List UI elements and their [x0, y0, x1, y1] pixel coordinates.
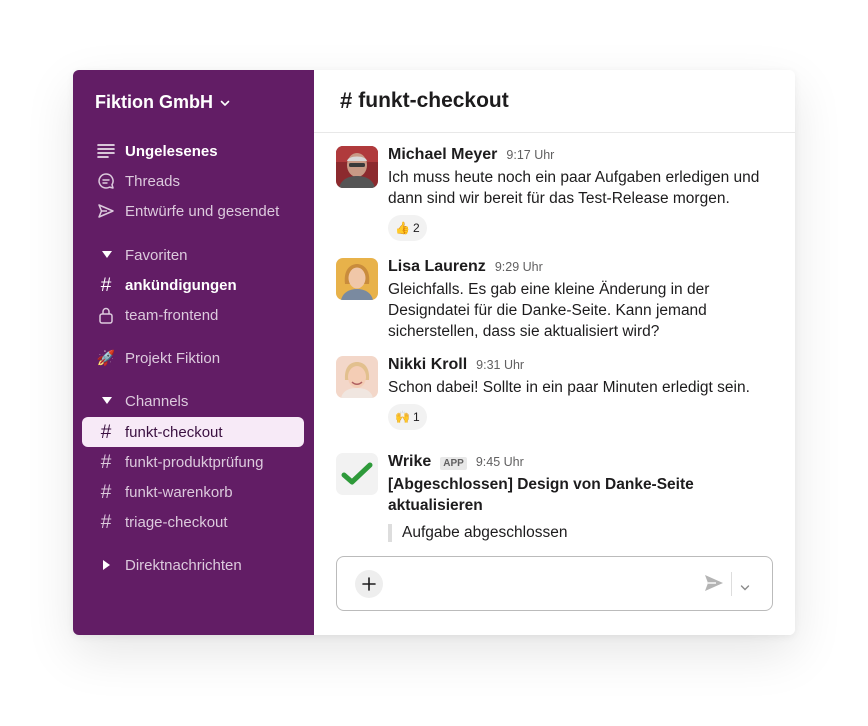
message: Lisa Laurenz 9:29 Uhr Gleichfalls. Es ga… — [336, 258, 777, 342]
channel-funkt-checkout[interactable]: # funkt-checkout — [82, 417, 304, 447]
avatar[interactable] — [336, 146, 378, 188]
timestamp[interactable]: 9:29 Uhr — [495, 260, 543, 274]
section-title: Favoriten — [125, 246, 188, 264]
sidebar-item-label: team-frontend — [125, 306, 219, 324]
caret-down-icon — [100, 391, 114, 411]
channel-header: # funkt-checkout — [314, 70, 795, 133]
channel-funkt-warenkorb[interactable]: # funkt-warenkorb — [82, 477, 304, 507]
sidebar-item-drafts[interactable]: Entwürfe und gesendet — [82, 196, 304, 226]
send-icon — [96, 201, 116, 221]
sidebar-item-label: Projekt Fiktion — [125, 349, 221, 367]
chevron-down-icon — [220, 100, 230, 106]
sidebar-item-ankuendigungen[interactable]: # ankündigungen — [82, 270, 304, 300]
send-button[interactable] — [704, 574, 724, 597]
hash-icon: # — [100, 274, 112, 296]
timestamp[interactable]: 9:17 Uhr — [506, 148, 554, 162]
hash-icon: # — [100, 511, 112, 533]
app-window: Fiktion GmbH Ungelesenes Threads Entwürf… — [73, 70, 795, 635]
message-text: Gleichfalls. Es gab eine kleine Änderung… — [388, 281, 710, 340]
channel-label: triage-checkout — [125, 513, 228, 531]
message-text: Ich muss heute noch ein paar Aufgaben er… — [388, 169, 760, 207]
avatar[interactable] — [336, 258, 378, 300]
reaction-count: 1 — [412, 410, 420, 424]
sidebar: Fiktion GmbH Ungelesenes Threads Entwürf… — [73, 70, 314, 635]
author-name[interactable]: Nikki Kroll — [388, 356, 467, 374]
reaction-raised-hands[interactable]: 🙌 1 — [388, 404, 427, 430]
message: Wrike APP 9:45 Uhr [Abgeschlossen] Desig… — [336, 453, 777, 542]
message-text: Schon dabei! Sollte in ein paar Minuten … — [388, 379, 750, 396]
section-direktnachrichten[interactable]: Direktnachrichten — [82, 550, 304, 580]
channel-label: funkt-warenkorb — [125, 483, 233, 501]
reaction-count: 2 — [412, 221, 420, 235]
channel-label: funkt-produktprüfung — [125, 453, 264, 471]
message-text: [Abgeschlossen] Design von Danke-Seite a… — [388, 476, 694, 514]
sidebar-item-projekt-fiktion[interactable]: 🚀 Projekt Fiktion — [82, 343, 304, 373]
hash-icon: # — [100, 451, 112, 473]
threads-icon — [96, 171, 116, 191]
message-composer[interactable] — [336, 556, 773, 611]
section-channels[interactable]: Channels — [82, 386, 304, 416]
caret-down-icon — [100, 245, 114, 265]
divider — [731, 572, 732, 596]
timestamp[interactable]: 9:45 Uhr — [476, 455, 524, 469]
raised-hands-icon: 🙌 — [395, 410, 410, 424]
sidebar-item-label: Entwürfe und gesendet — [125, 202, 280, 220]
thumbs-up-icon: 👍 — [395, 221, 410, 235]
hash-icon: # — [100, 421, 112, 443]
lock-icon — [96, 305, 116, 325]
channel-funkt-produktpruefung[interactable]: # funkt-produktprüfung — [82, 447, 304, 477]
reaction-thumbs-up[interactable]: 👍 2 — [388, 215, 427, 241]
sidebar-item-label: Ungelesenes — [125, 142, 218, 160]
workspace-switcher[interactable]: Fiktion GmbH — [95, 92, 231, 113]
workspace-name: Fiktion GmbH — [95, 92, 213, 112]
section-title: Direktnachrichten — [125, 556, 242, 574]
channel-label: funkt-checkout — [125, 423, 223, 441]
avatar[interactable] — [336, 356, 378, 398]
plus-icon[interactable] — [355, 570, 383, 598]
wrike-logo-icon[interactable] — [336, 453, 378, 495]
sidebar-item-threads[interactable]: Threads — [82, 166, 304, 196]
sidebar-item-unread[interactable]: Ungelesenes — [82, 136, 304, 166]
timestamp[interactable]: 9:31 Uhr — [476, 358, 524, 372]
channel-triage-checkout[interactable]: # triage-checkout — [82, 507, 304, 537]
attachment-quote: Aufgabe abgeschlossen — [388, 524, 777, 542]
sidebar-item-team-frontend[interactable]: team-frontend — [82, 300, 304, 330]
hash-icon: # — [340, 88, 353, 113]
author-name[interactable]: Michael Meyer — [388, 146, 497, 164]
sidebar-item-label: Threads — [125, 172, 181, 190]
author-name[interactable]: Wrike — [388, 453, 431, 471]
sidebar-item-label: ankündigungen — [125, 276, 237, 294]
hash-icon: # — [100, 481, 112, 503]
section-favorites[interactable]: Favoriten — [82, 240, 304, 270]
rocket-icon: 🚀 — [96, 350, 116, 367]
channel-view: # funkt-checkout Michael Meyer 9:17 Uhr … — [314, 70, 795, 635]
chevron-down-icon[interactable] — [740, 579, 750, 597]
caret-right-icon — [100, 555, 114, 575]
author-name[interactable]: Lisa Laurenz — [388, 258, 486, 276]
message: Nikki Kroll 9:31 Uhr Schon dabei! Sollte… — [336, 356, 777, 430]
message: Michael Meyer 9:17 Uhr Ich muss heute no… — [336, 146, 777, 241]
unread-icon — [96, 141, 116, 161]
channel-title[interactable]: funkt-checkout — [358, 89, 509, 113]
app-badge: APP — [440, 457, 467, 470]
section-title: Channels — [125, 392, 189, 410]
